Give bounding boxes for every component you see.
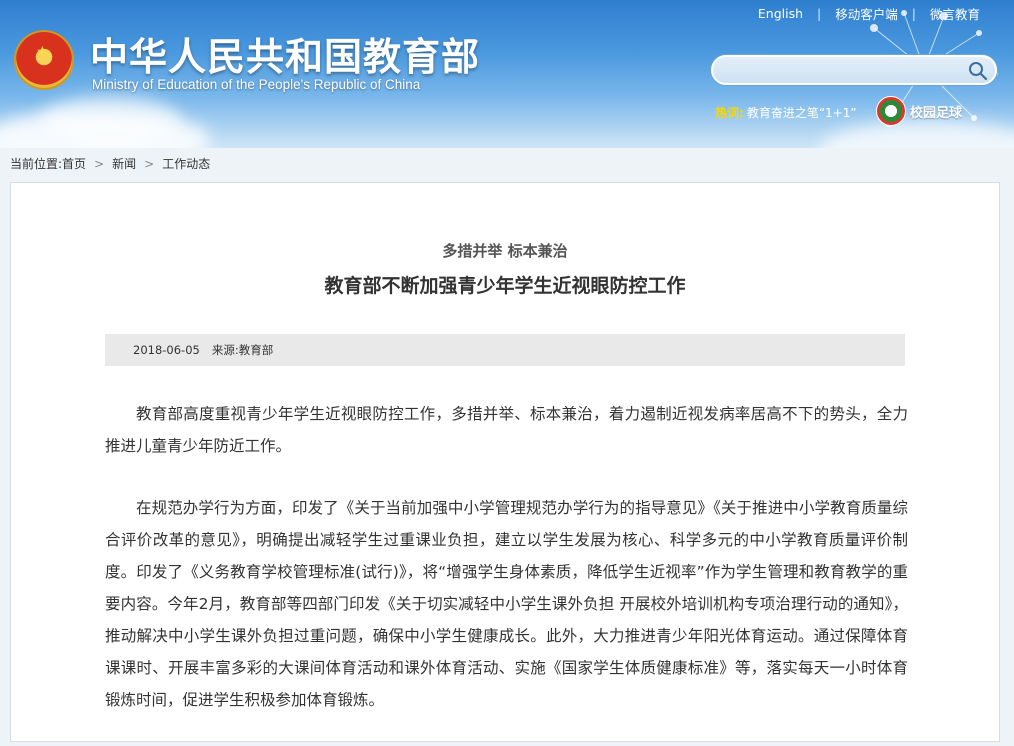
mobile-client-link[interactable]: 移动客户端 [835,4,898,23]
article-paragraph: 在规范办学行为方面，印发了《关于当前加强中小学管理规范办学行为的指导意见》《关于… [105,499,908,709]
football-icon [876,96,906,126]
campus-football-link[interactable]: 校园足球 [876,96,962,126]
divider: | [911,6,916,21]
weiyan-jiaoyu-link[interactable]: 微言教育 [930,4,980,23]
hot-words-label: 热词: [715,106,744,120]
breadcrumb-work-updates[interactable]: 工作动态 [162,155,210,172]
article-container: 多措并举 标本兼治 教育部不断加强青少年学生近视眼防控工作 2018-06-05… [10,182,1000,742]
article-paragraph: 教育部高度重视青少年学生近视眼防控工作，多措并举、标本兼治，着力遏制近视发病率居… [105,405,908,455]
breadcrumb-home[interactable]: 首页 [62,155,86,172]
chevron-right-icon: > [144,156,155,171]
divider: | [817,6,822,21]
article-body: 教育部高度重视青少年学生近视眼防控工作，多措并举、标本兼治，着力遏制近视发病率居… [105,398,908,746]
star-icon: ★ [36,44,49,60]
national-emblem-logo[interactable]: ★ [14,30,74,90]
breadcrumb-prefix: 当前位置: [10,157,63,171]
site-title[interactable]: 中华人民共和国教育部 [90,26,480,81]
search-box [711,55,997,85]
search-icon[interactable] [967,60,989,82]
cloud-decoration [40,95,180,145]
hot-word-link[interactable]: 教育奋进之笔“1+1” [747,104,857,121]
search-input[interactable] [723,60,972,82]
article-title: 教育部不断加强青少年学生近视眼防控工作 [324,275,686,297]
campus-football-label: 校园足球 [910,105,963,121]
site-subtitle: Ministry of Education of the People's Re… [92,77,421,92]
english-link[interactable]: English [758,6,803,21]
top-links: English | 移动客户端 | 微言教育 [758,4,980,23]
article-date: 2018-06-05 [133,343,200,357]
site-header: ★ 中华人民共和国教育部 Ministry of Education of th… [0,0,1014,148]
article-subtitle: 多措并举 标本兼治 [442,242,568,260]
article-meta-bar: 2018-06-05 来源:教育部 [105,334,905,366]
article-source: 来源:教育部 [211,343,274,357]
hot-words: 热词: 教育奋进之笔“1+1” [715,104,857,121]
breadcrumb-news[interactable]: 新闻 [112,155,136,172]
breadcrumb: 当前位置: 首页 > 新闻 > 工作动态 [10,155,210,172]
chevron-right-icon: > [94,156,105,171]
